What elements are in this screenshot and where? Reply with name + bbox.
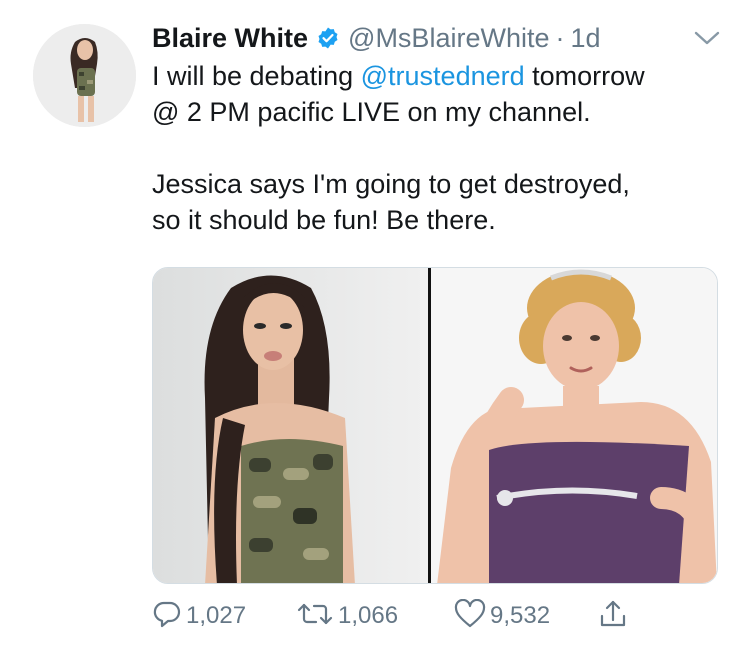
- retweet-count: 1,066: [338, 602, 399, 629]
- tweet-line-4: so it should be fun! Be there.: [152, 205, 496, 235]
- tweet-line-3: Jessica says I'm going to get destroyed,: [152, 169, 630, 199]
- tweet-text: I will be debating @trustednerd tomorrow…: [152, 58, 732, 238]
- mention-link[interactable]: @trustednerd: [361, 61, 525, 91]
- tweet-header: Blaire White @MsBlaireWhite · 1d: [152, 20, 601, 56]
- retweet-icon: [296, 599, 334, 634]
- heart-icon: [454, 598, 486, 634]
- avatar[interactable]: [33, 24, 136, 127]
- tweet-line-1: I will be debating @trustednerd tomorrow: [152, 58, 732, 94]
- photo-right-illustration: [431, 268, 717, 583]
- share-icon: [598, 598, 628, 635]
- verified-badge-icon: [316, 26, 340, 50]
- retweet-button[interactable]: 1,066: [296, 596, 398, 636]
- media-photo-right[interactable]: [431, 268, 717, 583]
- tweet-line-2: @ 2 PM pacific LIVE on my channel.: [152, 97, 591, 127]
- tweet-text-segment: I will be debating: [152, 61, 361, 91]
- like-button[interactable]: 9,532: [454, 596, 550, 636]
- reply-button[interactable]: 1,027: [152, 596, 246, 636]
- media-photo-left[interactable]: [153, 268, 428, 583]
- reply-icon: [152, 599, 182, 634]
- avatar-photo: [33, 24, 136, 127]
- share-button[interactable]: [598, 596, 628, 636]
- author-name[interactable]: Blaire White: [152, 23, 308, 54]
- separator-dot: ·: [555, 22, 565, 53]
- like-count: 9,532: [490, 602, 551, 629]
- tweet-actions: 1,027 1,066 9,532: [152, 596, 672, 636]
- photo-left-illustration: [153, 268, 428, 583]
- reply-count: 1,027: [186, 602, 247, 629]
- author-handle[interactable]: @MsBlaireWhite: [348, 23, 549, 54]
- chevron-down-icon[interactable]: [692, 28, 722, 53]
- tweet-media[interactable]: [152, 267, 718, 584]
- timestamp[interactable]: 1d: [570, 23, 600, 54]
- tweet-text-segment: tomorrow: [524, 61, 645, 91]
